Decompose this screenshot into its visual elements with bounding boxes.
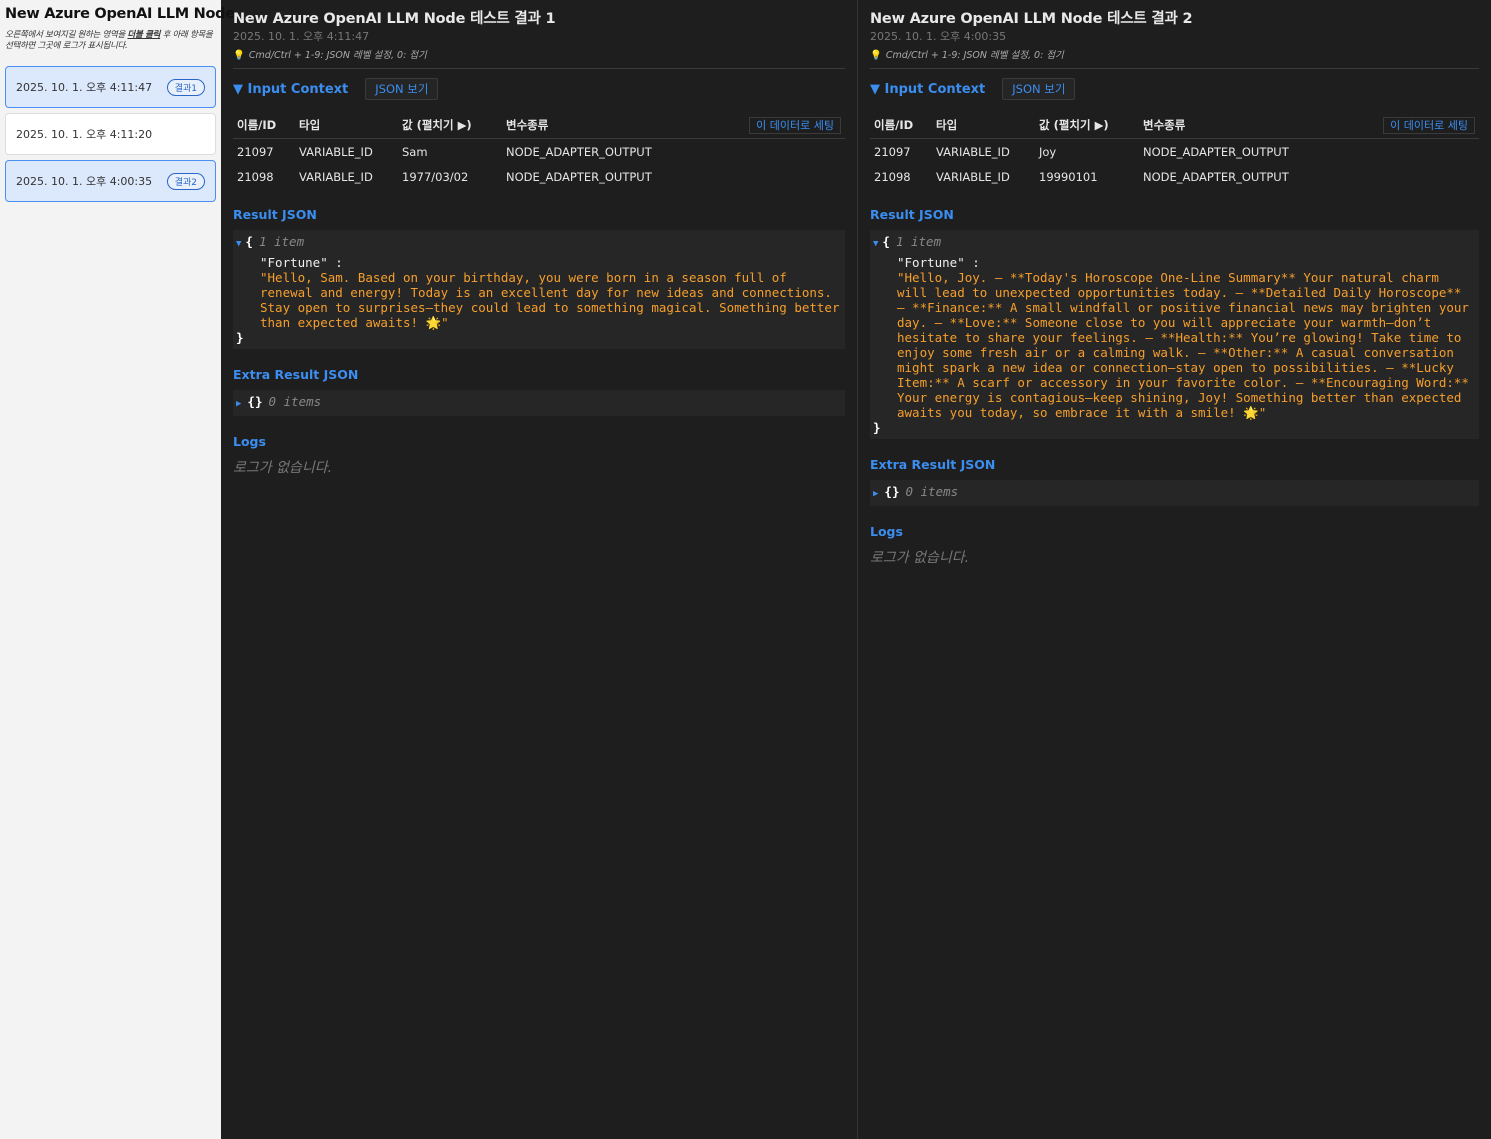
cell-id: 21098	[874, 170, 911, 184]
logs-label: Logs	[870, 524, 903, 539]
cell-value[interactable]: Sam	[398, 139, 502, 165]
col-header-kind: 변수종류	[502, 114, 617, 139]
hint-text: 오른쪽에서 보여지길 원하는 영역을	[5, 30, 128, 40]
result-panel-1[interactable]: New Azure OpenAI LLM Node 테스트 결과 1 2025.…	[221, 0, 858, 1139]
col-header-value[interactable]: 값 (펼치기 ▶)	[1035, 114, 1139, 139]
no-logs-message: 로그가 없습니다.	[233, 460, 333, 476]
hint-emphasis: 더블 클릭	[127, 30, 161, 40]
col-header-kind: 변수종류	[1139, 114, 1253, 139]
panel-title: New Azure OpenAI LLM Node 테스트 결과 1	[233, 11, 556, 27]
col-header-id: 이름/ID	[233, 114, 295, 139]
item-count: 1 item	[895, 234, 942, 249]
shortcut-hint-text: Cmd/Ctrl + 1-9: JSON 레벨 설정, 0: 접기	[885, 50, 1064, 61]
panel-title: New Azure OpenAI LLM Node 테스트 결과 2	[870, 11, 1193, 27]
empty-object: {}	[884, 484, 900, 499]
cell-type: VARIABLE_ID	[299, 145, 373, 159]
sidebar-item-date: 2025. 10. 1. 오후 4:11:47	[16, 81, 153, 94]
table-row: 21098 VARIABLE_ID 1977/03/02 NODE_ADAPTE…	[233, 164, 845, 189]
cell-value[interactable]: 19990101	[1035, 164, 1139, 189]
cell-type: VARIABLE_ID	[936, 170, 1010, 184]
col-header-value[interactable]: 값 (펼치기 ▶)	[398, 114, 502, 139]
table-row: 21098 VARIABLE_ID 19990101 NODE_ADAPTER_…	[870, 164, 1479, 189]
cell-kind: NODE_ADAPTER_OUTPUT	[506, 145, 652, 159]
lightbulb-icon: 💡	[233, 50, 245, 61]
item-count: 0 items	[905, 484, 959, 499]
sidebar-item[interactable]: 2025. 10. 1. 오후 4:11:20	[5, 113, 216, 155]
shortcut-hint: 💡 Cmd/Ctrl + 1-9: JSON 레벨 설정, 0: 접기	[233, 50, 845, 69]
col-header-type: 타입	[932, 114, 1035, 139]
cell-type: VARIABLE_ID	[936, 145, 1010, 159]
result-json-viewer[interactable]: ▼ {1 item "Fortune" : "Hello, Sam. Based …	[233, 230, 845, 349]
result-panel-2[interactable]: New Azure OpenAI LLM Node 테스트 결과 2 2025.…	[858, 0, 1491, 1139]
close-brace: }	[873, 420, 881, 435]
table-row: 21097 VARIABLE_ID Joy NODE_ADAPTER_OUTPU…	[870, 139, 1479, 165]
cell-id: 21098	[237, 170, 274, 184]
cell-kind: NODE_ADAPTER_OUTPUT	[506, 170, 652, 184]
cell-id: 21097	[237, 145, 274, 159]
sidebar-item-result-1[interactable]: 2025. 10. 1. 오후 4:11:47 결과1	[5, 66, 216, 108]
sidebar-item-date: 2025. 10. 1. 오후 4:00:35	[16, 175, 153, 188]
result-json-viewer[interactable]: ▼ {1 item "Fortune" : "Hello, Joy. – **To…	[870, 230, 1479, 439]
shortcut-hint: 💡 Cmd/Ctrl + 1-9: JSON 레벨 설정, 0: 접기	[870, 50, 1479, 69]
result-badge: 결과1	[166, 78, 205, 96]
sidebar: New Azure OpenAI LLM Node 오른쪽에서 보여지길 원하는…	[0, 0, 235, 1139]
cell-kind: NODE_ADAPTER_OUTPUT	[1143, 170, 1289, 184]
input-context-toggle[interactable]: ▼ Input Context	[233, 82, 348, 97]
set-data-button[interactable]: 이 데이터로 세팅	[1383, 117, 1475, 134]
item-count: 0 items	[268, 394, 322, 409]
extra-result-json-label: Extra Result JSON	[870, 457, 996, 472]
set-data-button[interactable]: 이 데이터로 세팅	[749, 117, 841, 134]
shortcut-hint-text: Cmd/Ctrl + 1-9: JSON 레벨 설정, 0: 접기	[248, 50, 427, 61]
cell-value[interactable]: 1977/03/02	[398, 164, 502, 189]
sidebar-title: New Azure OpenAI LLM Node	[5, 6, 235, 22]
json-key: "Fortune" :	[260, 255, 343, 270]
col-header-id: 이름/ID	[870, 114, 932, 139]
lightbulb-icon: 💡	[870, 50, 882, 61]
sidebar-item-result-2[interactable]: 2025. 10. 1. 오후 4:00:35 결과2	[5, 160, 216, 202]
panel-date: 2025. 10. 1. 오후 4:11:47	[233, 30, 370, 43]
logs-label: Logs	[233, 434, 266, 449]
empty-object: {}	[247, 394, 263, 409]
col-header-type: 타입	[295, 114, 398, 139]
cell-value[interactable]: Joy	[1035, 139, 1139, 165]
result-json-label: Result JSON	[870, 207, 954, 222]
expand-triangle-icon[interactable]: ▶	[236, 397, 241, 412]
extra-result-json-viewer[interactable]: ▶ {} 0 items	[233, 390, 845, 416]
expand-triangle-icon[interactable]: ▶	[873, 487, 878, 502]
panel-date: 2025. 10. 1. 오후 4:00:35	[870, 30, 1007, 43]
table-row: 21097 VARIABLE_ID Sam NODE_ADAPTER_OUTPU…	[233, 139, 845, 165]
input-context-toggle[interactable]: ▼ Input Context	[870, 82, 985, 97]
variables-table: 이름/ID 타입 값 (펼치기 ▶) 변수종류 이 데이터로 세팅 21097 …	[870, 114, 1479, 189]
result-json-label: Result JSON	[233, 207, 317, 222]
json-key: "Fortune" :	[897, 255, 980, 270]
cell-kind: NODE_ADAPTER_OUTPUT	[1143, 145, 1289, 159]
extra-result-json-viewer[interactable]: ▶ {} 0 items	[870, 480, 1479, 506]
no-logs-message: 로그가 없습니다.	[870, 550, 970, 566]
result-badge: 결과2	[166, 172, 205, 190]
open-brace: {	[882, 234, 890, 249]
json-string-value: "Hello, Sam. Based on your birthday, you…	[260, 270, 848, 330]
cell-type: VARIABLE_ID	[299, 170, 373, 184]
item-count: 1 item	[258, 234, 305, 249]
json-view-button[interactable]: JSON 보기	[365, 78, 439, 100]
collapse-triangle-icon[interactable]: ▼	[873, 237, 878, 252]
json-view-button[interactable]: JSON 보기	[1002, 78, 1076, 100]
extra-result-json-label: Extra Result JSON	[233, 367, 359, 382]
sidebar-hint: 오른쪽에서 보여지길 원하는 영역을 더블 클릭 후 아래 항목을 선택하면 그…	[5, 30, 216, 52]
json-string-value: "Hello, Joy. – **Today's Horoscope One-L…	[897, 270, 1477, 420]
collapse-triangle-icon[interactable]: ▼	[236, 237, 241, 252]
close-brace: }	[236, 330, 244, 345]
cell-id: 21097	[874, 145, 911, 159]
sidebar-item-date: 2025. 10. 1. 오후 4:11:20	[16, 128, 153, 141]
sidebar-list: 2025. 10. 1. 오후 4:11:47 결과1 2025. 10. 1.…	[5, 66, 216, 202]
variables-table: 이름/ID 타입 값 (펼치기 ▶) 변수종류 이 데이터로 세팅 21097 …	[233, 114, 845, 189]
open-brace: {	[245, 234, 253, 249]
